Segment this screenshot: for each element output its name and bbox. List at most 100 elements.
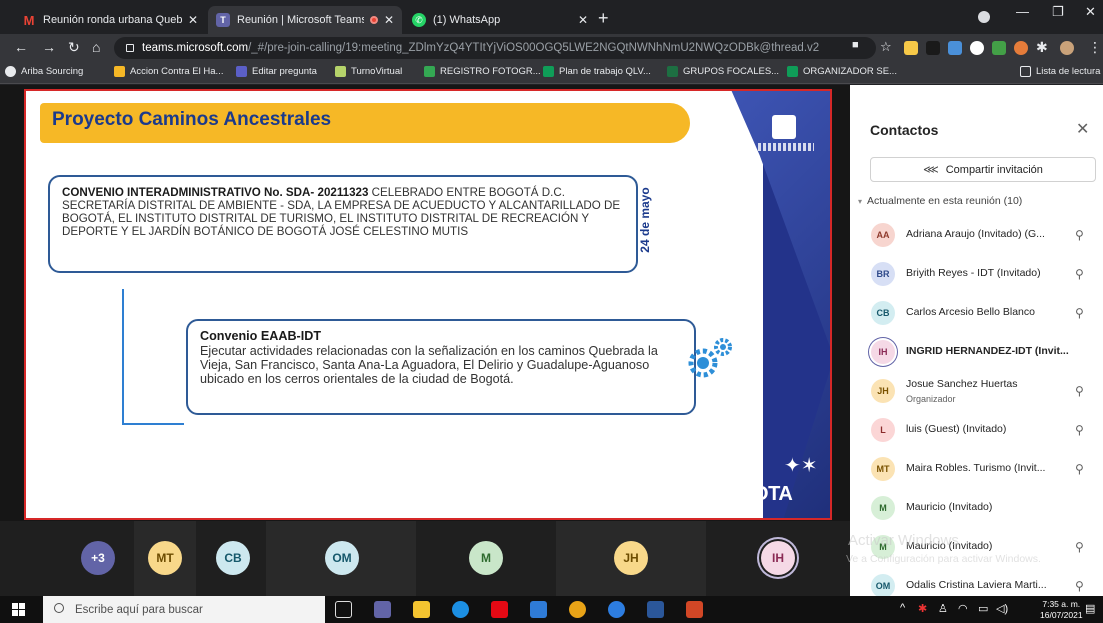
participant-tile[interactable]: CB — [196, 521, 266, 596]
in-meeting-section[interactable]: ▾ Actualmente en esta reunión (10) — [858, 195, 1022, 207]
close-icon[interactable]: ✕ — [384, 13, 394, 27]
chevron-up-icon[interactable]: ^ — [900, 602, 905, 614]
word-icon[interactable] — [647, 601, 664, 618]
bookmark-plan[interactable]: Plan de trabajo QLV... — [543, 66, 651, 77]
recording-icon — [369, 16, 378, 24]
extension-icon[interactable] — [904, 41, 918, 55]
participant-name: Maira Robles. Turismo (Invit... — [906, 462, 1046, 474]
participant-row[interactable]: JH Josue Sanchez Huertas Organizador ⚲ — [850, 372, 1103, 411]
share-icon: ⋘ — [923, 164, 939, 176]
alcaldia-logo-caption — [758, 143, 814, 151]
participant-row[interactable]: CB Carlos Arcesio Bello Blanco ⚲ — [850, 294, 1103, 333]
lock-icon — [126, 44, 134, 52]
extension-icon[interactable] — [970, 41, 984, 55]
participant-tile[interactable]: JH — [556, 521, 706, 596]
maximize-button[interactable]: ❐ — [1052, 4, 1064, 20]
windows-start-icon[interactable] — [12, 603, 25, 616]
bookmark-grupos[interactable]: GRUPOS FOCALES... — [667, 66, 779, 77]
profile-icon[interactable] — [978, 11, 990, 23]
participant-tile[interactable]: IH — [706, 521, 850, 596]
bookmark-star-icon[interactable]: ☆ — [880, 39, 892, 55]
close-icon[interactable]: ✕ — [188, 13, 198, 27]
wifi-icon[interactable]: ◠ — [958, 602, 968, 615]
mic-off-icon: ⚲ — [1075, 228, 1084, 242]
avatar[interactable] — [1060, 41, 1074, 55]
avatar: MT — [871, 457, 895, 481]
date-label: 24 de mayo — [638, 187, 652, 253]
connector-line — [122, 423, 184, 425]
participant-tile[interactable]: MT — [134, 521, 196, 596]
bogota-logo: BOGOTA — [709, 483, 793, 505]
tray-app-icon[interactable]: ✱ — [918, 602, 927, 615]
participant-row[interactable]: OM Odalis Cristina Laviera Marti... ⚲ — [850, 567, 1103, 596]
close-icon[interactable]: ✕ — [578, 13, 588, 27]
contacts-panel: Contactos ✕ ⋘ Compartir invitación ▾ Actu… — [850, 85, 1103, 596]
address-bar[interactable]: teams.microsoft.com/_#/pre-join-calling/… — [114, 37, 876, 59]
task-view-icon[interactable] — [335, 601, 352, 618]
forward-button[interactable]: → — [42, 39, 56, 55]
reload-button[interactable]: ↻ — [68, 39, 80, 56]
participant-name: Josue Sanchez Huertas — [906, 378, 1018, 390]
participant-row[interactable]: AA Adriana Araujo (Invitado) (G... ⚲ — [850, 216, 1103, 255]
participant-row[interactable]: Lluis (Guest) (Invitado) ⚲ — [850, 411, 1103, 450]
participant-row[interactable]: IH INGRID HERNANDEZ-IDT (Invit... — [850, 333, 1103, 372]
menu-icon[interactable]: ⋮ — [1088, 39, 1102, 56]
volume-icon[interactable]: ◁) — [996, 602, 1008, 615]
mic-off-icon: ⚲ — [1075, 306, 1084, 320]
extension-icon[interactable] — [926, 41, 940, 55]
bookmark-registro[interactable]: REGISTRO FOTOGR... — [424, 66, 541, 77]
tab-teams[interactable]: T Reunión | Microsoft Teams ✕ — [208, 6, 402, 34]
participant-tile[interactable]: M — [416, 521, 556, 596]
bookmark-editar[interactable]: Editar pregunta — [236, 66, 317, 77]
participant-row[interactable]: MT Maira Robles. Turismo (Invit... ⚲ — [850, 450, 1103, 489]
bookmark-accion[interactable]: Accion Contra El Ha... — [114, 66, 223, 77]
notifications-icon[interactable]: ▤ — [1085, 602, 1095, 615]
activation-watermark-subtitle: Ve a Configuración para activar Windows. — [846, 553, 1041, 565]
netflix-icon[interactable] — [491, 601, 508, 618]
avatar: IH — [761, 541, 795, 575]
participant-row[interactable]: BR Briyith Reyes - IDT (Invitado) ⚲ — [850, 255, 1103, 294]
mic-off-icon: ⚲ — [1075, 267, 1084, 281]
tab-gmail[interactable]: M Reunión ronda urbana Quebrada ✕ — [14, 6, 206, 34]
eaab-box: Convenio EAAB-IDT Ejecutar actividades r… — [186, 319, 696, 415]
ie-icon[interactable] — [608, 601, 625, 618]
back-button[interactable]: ← — [14, 39, 28, 55]
avatar: M — [871, 496, 895, 520]
file-explorer-icon[interactable] — [413, 601, 430, 618]
tab-whatsapp[interactable]: ✆ (1) WhatsApp ✕ — [404, 6, 596, 34]
gears-icon — [688, 338, 732, 378]
eaab-title: Convenio EAAB-IDT — [200, 329, 322, 343]
avatar: +3 — [81, 541, 115, 575]
battery-icon[interactable]: ▭ — [978, 602, 988, 615]
sheets-icon — [787, 66, 798, 77]
taskbar-search[interactable]: Escribe aquí para buscar — [43, 596, 325, 623]
share-invite-button[interactable]: ⋘ Compartir invitación — [870, 157, 1096, 182]
participant-row[interactable]: M Mauricio (Invitado) — [850, 489, 1103, 528]
camera-icon[interactable]: ■ — [852, 39, 859, 51]
bookmark-organizador[interactable]: ORGANIZADOR SE... — [787, 66, 897, 77]
chrome-icon[interactable] — [569, 601, 586, 618]
participant-tile[interactable]: +3 — [0, 521, 115, 596]
edge-icon[interactable] — [452, 601, 469, 618]
window-close-button[interactable]: ✕ — [1085, 4, 1096, 20]
participant-name: Briyith Reyes - IDT (Invitado) — [906, 267, 1041, 279]
bookmark-ariba[interactable]: Ariba Sourcing — [5, 66, 83, 77]
extensions-puzzle-icon[interactable]: ✱ — [1036, 39, 1048, 56]
taskbar-clock[interactable]: 7:35 a. m. 16/07/2021 — [1040, 599, 1083, 621]
close-icon[interactable]: ✕ — [1076, 119, 1089, 139]
search-icon — [54, 603, 64, 613]
extension-icon[interactable] — [992, 41, 1006, 55]
tray-app-icon[interactable]: ♙ — [938, 602, 948, 615]
home-icon[interactable]: ⌂ — [92, 39, 100, 55]
reading-list[interactable]: Lista de lectura — [1020, 66, 1100, 77]
new-tab-button[interactable]: + — [598, 8, 609, 29]
extension-icon[interactable] — [948, 41, 962, 55]
stars-icon: ✦✶ — [784, 455, 818, 477]
bookmark-turno[interactable]: TurnoVirtual — [335, 66, 402, 77]
store-icon[interactable] — [530, 601, 547, 618]
powerpoint-icon[interactable] — [686, 601, 703, 618]
app-icon[interactable] — [374, 601, 391, 618]
extension-icon[interactable] — [1014, 41, 1028, 55]
participant-tile[interactable]: OM — [266, 521, 416, 596]
minimize-button[interactable]: — — [1016, 4, 1029, 19]
